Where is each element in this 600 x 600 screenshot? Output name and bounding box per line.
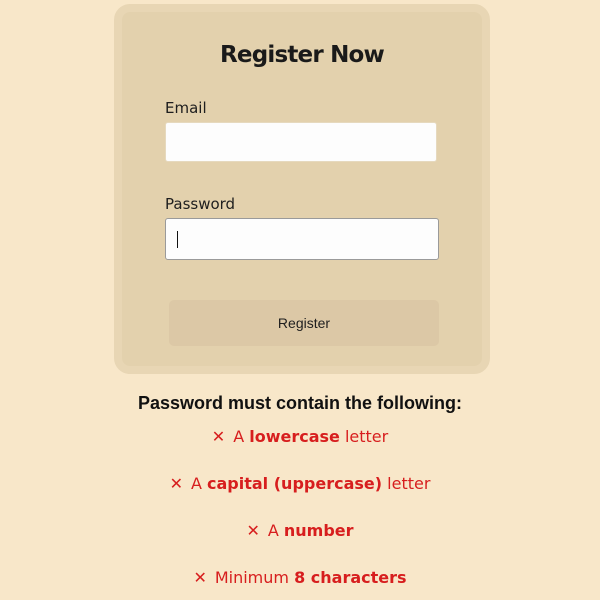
requirement-suffix: letter [382, 474, 431, 493]
requirements-heading: Password must contain the following: [137, 393, 463, 413]
requirement-uppercase: ✕ A capital (uppercase) letter [0, 474, 600, 493]
requirement-keyword: lowercase [249, 427, 340, 446]
form-title: Register Now [220, 42, 385, 68]
password-label: Password [165, 195, 236, 213]
requirement-number: ✕ A number [0, 521, 600, 540]
requirement-lowercase: ✕ A lowercase letter [0, 427, 600, 446]
requirement-prefix: A [267, 521, 284, 540]
invalid-x-icon: ✕ [246, 521, 260, 540]
requirement-keyword: capital (uppercase) [207, 474, 383, 493]
invalid-x-icon: ✕ [193, 568, 207, 587]
requirement-length: ✕ Minimum 8 characters [0, 568, 600, 587]
requirement-keyword: number [283, 521, 354, 540]
invalid-x-icon: ✕ [169, 474, 183, 493]
register-card: Register Now Email Password Register [114, 4, 490, 374]
requirement-prefix: A [233, 427, 250, 446]
requirement-suffix: letter [339, 427, 389, 446]
password-field[interactable] [165, 218, 439, 260]
register-button[interactable]: Register [169, 300, 439, 346]
requirement-prefix: Minimum [214, 568, 295, 587]
requirement-prefix: A [190, 474, 208, 493]
email-field[interactable] [165, 122, 437, 162]
text-caret [177, 231, 178, 248]
email-label: Email [165, 99, 207, 117]
requirement-keyword: 8 characters [294, 568, 407, 587]
invalid-x-icon: ✕ [211, 427, 226, 446]
